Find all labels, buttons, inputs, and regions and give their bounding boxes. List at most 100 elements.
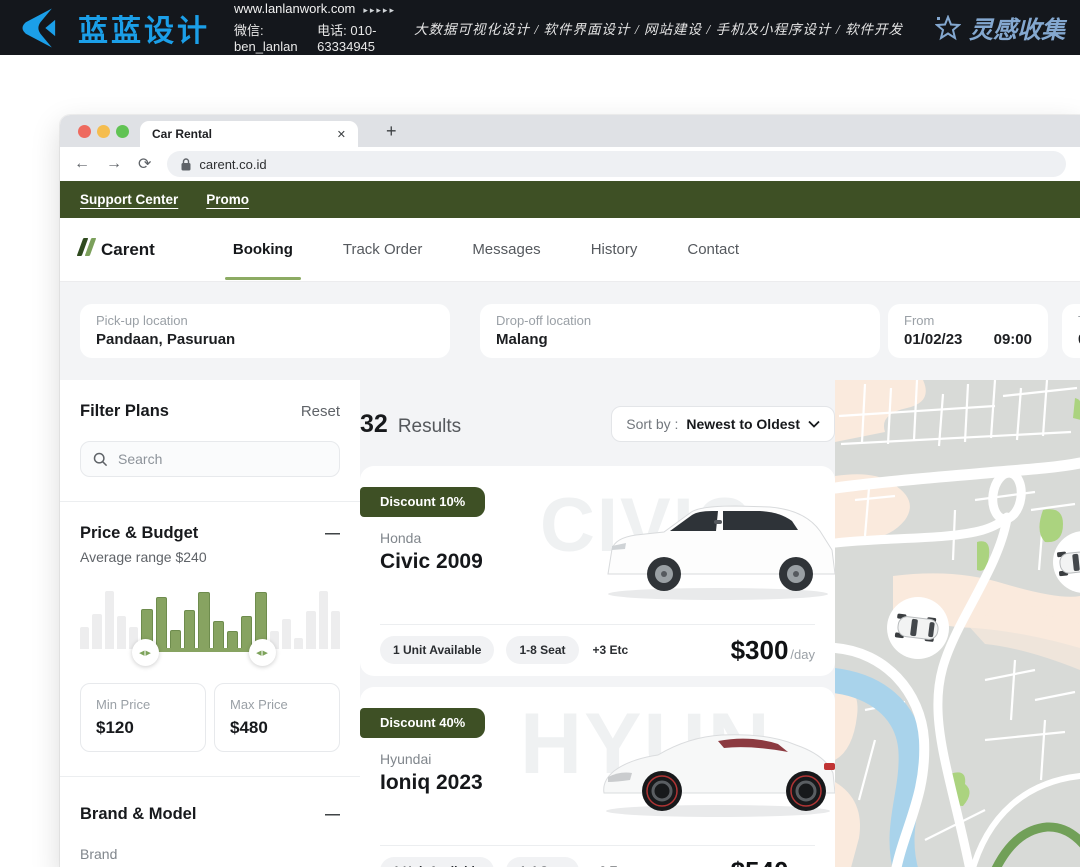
forward-icon[interactable]: →: [106, 155, 122, 173]
seats-pill: 1-8 Seat: [506, 636, 578, 664]
browser-tab-bar: Car Rental ✕ +: [60, 115, 1080, 147]
carent-logo[interactable]: Carent: [80, 238, 155, 261]
max-price-slider-handle[interactable]: ◀▶: [249, 639, 276, 666]
from-time: 09:00: [994, 331, 1032, 348]
dropoff-location-field[interactable]: Drop-off location Malang: [480, 304, 880, 358]
nav-item-booking[interactable]: Booking: [231, 219, 295, 280]
car-brand: Honda: [380, 530, 421, 546]
histogram-bar: [213, 621, 224, 649]
results-word: Results: [398, 416, 461, 438]
pickup-value: Pandaan, Pasuruan: [96, 331, 434, 348]
lanlan-logo-icon: [16, 6, 60, 50]
support-center-link[interactable]: Support Center: [80, 192, 178, 207]
units-pill: 1 Unit Available: [380, 636, 494, 664]
results-column: 32 Results Sort by : Newest to Oldest CI…: [360, 380, 835, 867]
max-price-value: $480: [230, 718, 324, 738]
car-model: Ioniq 2023: [380, 771, 483, 795]
histogram-bar: [331, 611, 340, 649]
histogram-bar: [184, 610, 195, 649]
etc-label: +3 Etc: [593, 643, 629, 657]
filter-panel: Filter Plans Reset Search Price & Budget…: [60, 380, 360, 867]
sort-dropdown[interactable]: Sort by : Newest to Oldest: [611, 406, 835, 442]
pickup-location-field[interactable]: Pick-up location Pandaan, Pasuruan: [80, 304, 450, 358]
max-price-label: Max Price: [230, 697, 324, 712]
browser-url-bar: ← → ⟳ carent.co.id: [60, 147, 1080, 181]
collapse-brand-icon[interactable]: —: [325, 806, 340, 823]
price-budget-title: Price & Budget: [80, 524, 198, 543]
back-icon[interactable]: ←: [74, 155, 90, 173]
browser-tab[interactable]: Car Rental ✕: [140, 121, 358, 147]
filter-search-input[interactable]: Search: [80, 441, 340, 477]
nav-items: Booking Track Order Messages History Con…: [231, 219, 741, 280]
results-count: 32 Results: [360, 410, 461, 439]
dropoff-label: Drop-off location: [496, 313, 864, 328]
price-range-track: [145, 648, 262, 652]
histogram-bar: [198, 592, 209, 649]
nav-item-track-order[interactable]: Track Order: [341, 219, 424, 280]
nav-item-contact[interactable]: Contact: [685, 219, 741, 280]
lock-icon: [181, 158, 191, 171]
search-icon: [93, 452, 108, 467]
tab-title: Car Rental: [152, 127, 337, 141]
histogram-bar: [227, 631, 238, 649]
to-datetime-field[interactable]: T 0: [1062, 304, 1080, 358]
new-tab-button[interactable]: +: [378, 117, 405, 146]
from-date: 01/02/23: [904, 331, 962, 348]
maximize-window-button[interactable]: [116, 125, 129, 138]
car-model: Civic 2009: [380, 550, 483, 574]
histogram-bar: [319, 591, 328, 649]
reload-icon[interactable]: ⟳: [138, 154, 151, 174]
brand-group-label: Brand: [80, 846, 340, 862]
inspiration-collect-link[interactable]: 灵感收集: [935, 10, 1065, 45]
histogram-bar: [294, 638, 303, 649]
car-card-ioniq[interactable]: HYUN Discount 40% Hyundai Ioniq 2023: [360, 687, 835, 867]
star-icon: [935, 15, 961, 41]
hatchback-car-image: [600, 486, 835, 606]
map-panel[interactable]: [835, 380, 1080, 867]
price-histogram: [80, 591, 340, 649]
url-text: carent.co.id: [199, 157, 266, 172]
results-number: 32: [360, 410, 388, 439]
min-price-field[interactable]: Min Price $120: [80, 683, 206, 752]
nav-item-history[interactable]: History: [589, 219, 640, 280]
price-value: $540: [731, 856, 789, 867]
min-price-label: Min Price: [96, 697, 190, 712]
arrows-icon: ▸▸▸▸▸: [363, 5, 396, 15]
brand-model-title: Brand & Model: [80, 805, 196, 824]
browser-window: Car Rental ✕ + ← → ⟳ carent.co.id Suppor…: [60, 115, 1080, 867]
histogram-bar: [80, 627, 89, 649]
tab-close-icon[interactable]: ✕: [337, 128, 346, 141]
minimize-window-button[interactable]: [97, 125, 110, 138]
reset-button[interactable]: Reset: [301, 403, 340, 420]
collapse-price-icon[interactable]: —: [325, 525, 340, 542]
histogram-bar: [117, 616, 126, 649]
lanlan-brand-name: 蓝蓝设计: [78, 6, 210, 50]
nav-item-messages[interactable]: Messages: [470, 219, 542, 280]
sort-prefix: Sort by :: [626, 416, 678, 432]
histogram-bar: [170, 630, 181, 649]
site-top-strip: Support Center Promo: [60, 181, 1080, 218]
max-price-field[interactable]: Max Price $480: [214, 683, 340, 752]
chevron-down-icon: [808, 420, 820, 428]
site-nav: Carent Booking Track Order Messages Hist…: [60, 218, 1080, 282]
histogram-bar: [92, 614, 101, 649]
min-price-slider-handle[interactable]: ◀▶: [132, 639, 159, 666]
min-price-value: $120: [96, 718, 190, 738]
map-car-marker[interactable]: [887, 597, 949, 659]
seats-pill: 1-4 Seat: [506, 857, 578, 867]
from-datetime-field[interactable]: From 01/02/23 09:00: [888, 304, 1048, 358]
promo-link[interactable]: Promo: [206, 192, 249, 207]
wechat-id: 微信: ben_lanlan: [234, 20, 299, 54]
banner-services: 大数据可视化设计 / 软件界面设计 / 网站建设 / 手机及小程序设计 / 软件…: [414, 18, 903, 38]
price-histogram-wrap: ◀▶ ◀▶: [80, 591, 340, 649]
sports-car-image: [600, 707, 835, 827]
car-card-civic[interactable]: CIVIC Discount 10% Honda Civic 2009 1 Un…: [360, 466, 835, 676]
discount-badge: Discount 40%: [360, 708, 485, 738]
close-window-button[interactable]: [78, 125, 91, 138]
average-range-label: Average range $240: [80, 549, 340, 565]
from-label: From: [904, 313, 1032, 328]
map-graphic: [835, 380, 1080, 867]
dropoff-value: Malang: [496, 331, 864, 348]
banner-website: www.lanlanwork.com▸▸▸▸▸: [234, 1, 396, 16]
address-bar[interactable]: carent.co.id: [167, 151, 1066, 177]
